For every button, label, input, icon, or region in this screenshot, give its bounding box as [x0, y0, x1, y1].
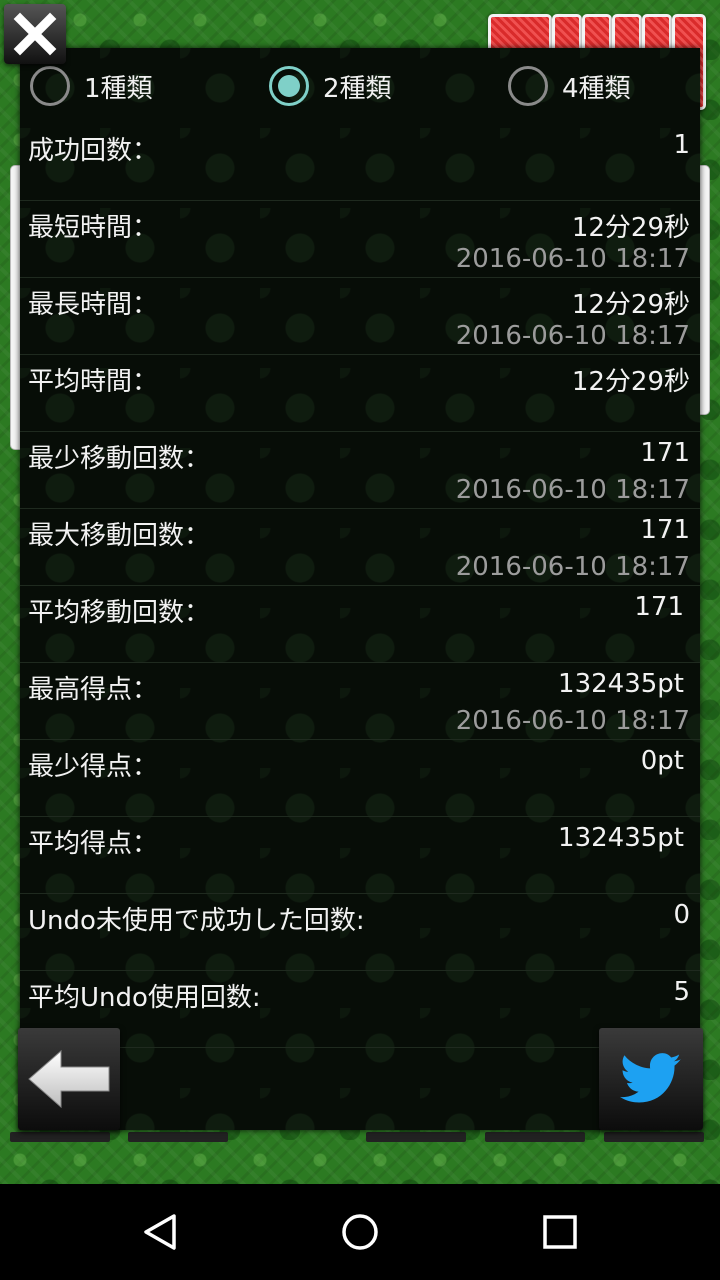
- stat-value: 132435pt: [558, 669, 684, 699]
- stat-value: 12分29秒: [571, 290, 690, 320]
- tableau-slot: [604, 1132, 704, 1142]
- nav-home-icon: [342, 1214, 378, 1250]
- stat-value: 171: [640, 515, 690, 545]
- stat-row-average-moves: 平均移動回数： 171: [20, 586, 700, 663]
- stat-label: 平均移動回数：: [28, 598, 211, 628]
- stat-label: 最大移動回数：: [28, 521, 211, 551]
- radio-option-2-suits[interactable]: 2種類: [269, 66, 392, 106]
- stat-date: 2016-06-10 18:17: [455, 321, 690, 351]
- stat-label: 最長時間：: [28, 290, 159, 320]
- nav-back-button[interactable]: [120, 1204, 200, 1260]
- stat-row-shortest-time: 最短時間： 12分29秒 2016-06-10 18:17: [20, 201, 700, 278]
- stat-value: 0: [673, 900, 690, 930]
- tableau-slot: [10, 1132, 110, 1142]
- nav-back-icon: [144, 1214, 176, 1250]
- stat-row-average-time: 平均時間： 12分29秒: [20, 355, 700, 432]
- statistics-dialog: 1種類 2種類 4種類 成功回数： 1 最短時間： 12分29秒 2016-06…: [18, 48, 703, 1130]
- stat-row-no-undo-wins: Undo未使用で成功した回数: 0: [20, 894, 700, 971]
- nav-recents-button[interactable]: [520, 1204, 600, 1260]
- nav-recents-icon: [543, 1215, 577, 1249]
- stat-value: 132435pt: [558, 823, 684, 853]
- stat-row-max-moves: 最大移動回数： 171 2016-06-10 18:17: [20, 509, 700, 586]
- stat-value: 171: [634, 592, 684, 622]
- radio-label: 2種類: [323, 73, 392, 104]
- stat-label: 最高得点：: [28, 675, 159, 705]
- tableau-slot: [128, 1132, 228, 1142]
- stat-label: 平均時間：: [28, 367, 159, 397]
- stat-date: 2016-06-10 18:17: [455, 706, 690, 736]
- stat-date: 2016-06-10 18:17: [455, 552, 690, 582]
- close-button[interactable]: [4, 4, 66, 64]
- stat-label: 最少移動回数：: [28, 444, 211, 474]
- stat-label: 平均Undo使用回数:: [28, 983, 261, 1013]
- stat-value: 12分29秒: [571, 213, 690, 243]
- back-arrow-icon: [28, 1049, 110, 1109]
- tableau-slot: [485, 1132, 585, 1142]
- stat-row-min-moves: 最少移動回数： 171 2016-06-10 18:17: [20, 432, 700, 509]
- stat-date: 2016-06-10 18:17: [455, 244, 690, 274]
- stat-row-average-score: 平均得点： 132435pt: [20, 817, 700, 894]
- stat-label: 平均得点：: [28, 829, 159, 859]
- suit-count-selector: 1種類 2種類 4種類: [20, 48, 700, 124]
- radio-option-1-suit[interactable]: 1種類: [30, 66, 153, 106]
- radio-label: 1種類: [84, 73, 153, 104]
- stat-row-success-count: 成功回数： 1: [20, 124, 700, 201]
- stat-row-low-score: 最少得点： 0pt: [20, 740, 700, 817]
- stat-row-longest-time: 最長時間： 12分29秒 2016-06-10 18:17: [20, 278, 700, 355]
- stat-row-average-undo: 平均Undo使用回数: 5: [20, 971, 700, 1048]
- stat-label: 最短時間：: [28, 213, 159, 243]
- stat-value: 5: [673, 977, 690, 1007]
- radio-option-4-suits[interactable]: 4種類: [508, 66, 631, 106]
- back-button[interactable]: [18, 1028, 120, 1130]
- stats-list: 成功回数： 1 最短時間： 12分29秒 2016-06-10 18:17 最長…: [20, 124, 700, 1048]
- stat-date: 2016-06-10 18:17: [455, 475, 690, 505]
- stat-value: 171: [640, 438, 690, 468]
- android-navigation-bar: [0, 1184, 720, 1280]
- radio-label: 4種類: [562, 73, 631, 104]
- nav-home-button[interactable]: [320, 1204, 400, 1260]
- radio-button-icon: [30, 66, 70, 106]
- close-x-icon: [13, 12, 57, 56]
- stat-label: 成功回数：: [28, 136, 159, 166]
- radio-button-icon: [508, 66, 548, 106]
- stat-label: Undo未使用で成功した回数:: [28, 906, 365, 936]
- twitter-share-button[interactable]: [599, 1028, 703, 1130]
- twitter-bird-icon: [620, 1053, 681, 1103]
- stat-row-high-score: 最高得点： 132435pt 2016-06-10 18:17: [20, 663, 700, 740]
- stat-value: 12分29秒: [571, 367, 690, 397]
- radio-button-checked-icon: [269, 66, 309, 106]
- stat-label: 最少得点：: [28, 752, 159, 782]
- stat-value: 0pt: [640, 746, 684, 776]
- tableau-slot: [366, 1132, 466, 1142]
- dialog-bottom-bar: [18, 1028, 703, 1130]
- stat-value: 1: [673, 130, 690, 160]
